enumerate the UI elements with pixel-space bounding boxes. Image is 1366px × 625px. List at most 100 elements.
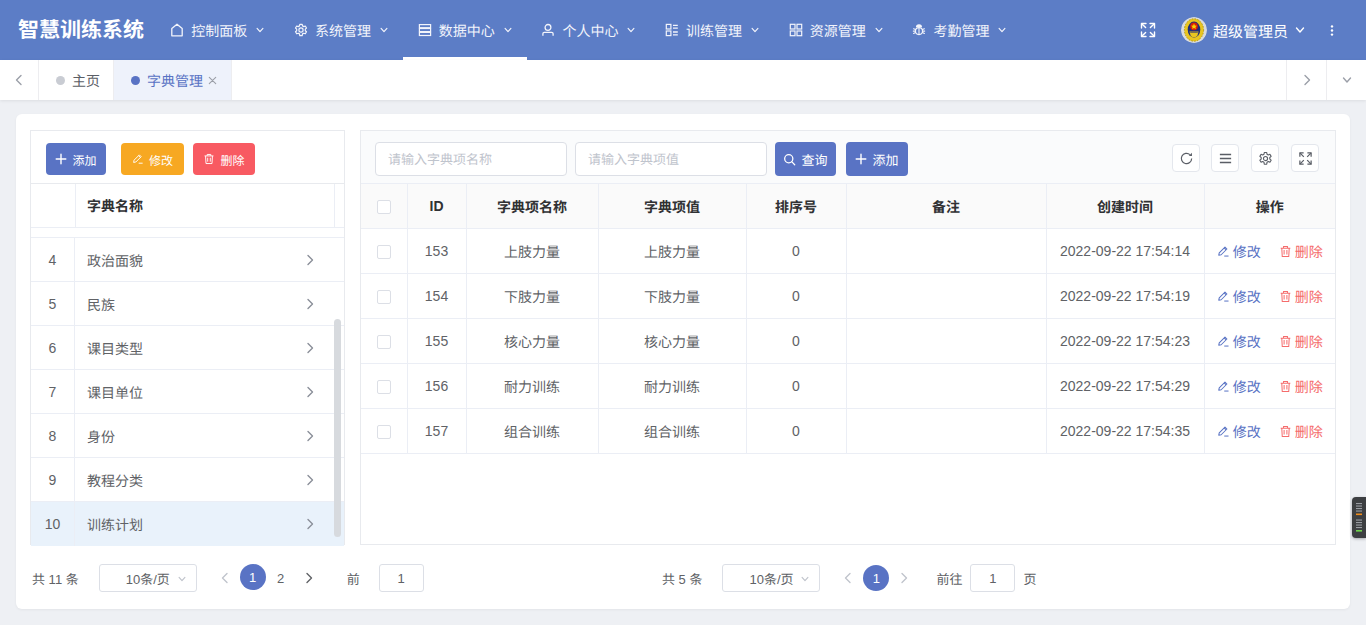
delete-dictionary-button[interactable]: 删除 — [193, 143, 255, 175]
dictionary-row[interactable]: 6 课目类型 — [31, 326, 344, 370]
row-checkbox[interactable] — [377, 380, 391, 394]
edit-item-link[interactable]: 修改 — [1217, 286, 1261, 306]
row-index: 7 — [31, 370, 75, 413]
delete-item-link[interactable]: 删除 — [1279, 331, 1323, 351]
dictionary-row[interactable]: 9 教程分类 — [31, 458, 344, 502]
dictionary-pagination: 共 11 条 10条/页 12 前 — [32, 564, 424, 592]
item-id: 154 — [407, 274, 466, 319]
refresh-button[interactable] — [1172, 144, 1200, 172]
prev-page-button[interactable] — [211, 564, 239, 592]
row-checkbox[interactable] — [377, 245, 391, 259]
dictionary-row[interactable]: 8 身份 — [31, 414, 344, 458]
user-name[interactable]: 超级管理员 — [1213, 20, 1288, 41]
delete-item-link[interactable]: 删除 — [1279, 241, 1323, 261]
tab[interactable]: 字典管理 — [114, 60, 232, 100]
tabbar-spacer — [232, 60, 1286, 100]
chevron-right-icon — [303, 572, 315, 584]
nav-item[interactable]: 数据中心 — [403, 0, 527, 60]
edit-item-link[interactable]: 修改 — [1217, 376, 1261, 396]
edit-item-link[interactable]: 修改 — [1217, 331, 1261, 351]
tabs-scroll-left-button[interactable] — [0, 60, 39, 100]
column-header-value: 字典项值 — [598, 184, 746, 229]
item-remark — [846, 229, 1046, 274]
column-header-sort: 排序号 — [746, 184, 846, 229]
item-created: 2022-09-22 17:54:35 — [1046, 409, 1204, 454]
item-remark — [846, 364, 1046, 409]
dictionary-name: 身份 — [87, 414, 115, 457]
item-sort: 0 — [746, 274, 846, 319]
fullscreen-icon[interactable] — [1140, 22, 1156, 38]
delete-item-link[interactable]: 删除 — [1279, 376, 1323, 396]
chevron-down-icon — [750, 25, 760, 35]
prev-page-button[interactable] — [834, 564, 862, 592]
column-settings-button[interactable] — [1251, 144, 1279, 172]
nav-item-label: 数据中心 — [439, 20, 495, 40]
row-checkbox[interactable] — [377, 425, 391, 439]
page-number[interactable]: 1 — [863, 565, 889, 591]
add-item-button[interactable]: 添加 — [846, 142, 908, 176]
item-remark — [846, 409, 1046, 454]
nav-item[interactable]: 系统管理 — [280, 0, 404, 60]
nav-item[interactable]: 控制面板 — [156, 0, 280, 60]
query-button[interactable]: 查询 — [775, 142, 836, 176]
dictionary-row[interactable]: 10 训练计划 — [31, 502, 344, 546]
chevron-down-icon — [255, 25, 265, 35]
dictionary-items-panel: 查询 添加 ID 字典项名称 字典项值 排序号 — [360, 130, 1336, 545]
table-fullscreen-button[interactable] — [1291, 144, 1319, 172]
chevron-down-icon[interactable] — [1294, 24, 1306, 36]
trash-icon — [1279, 245, 1292, 258]
page-jump-input[interactable] — [379, 564, 424, 592]
next-page-button[interactable] — [890, 564, 918, 592]
chevron-right-icon — [304, 518, 316, 530]
top-navbar: 智慧训练系统 控制面板 系统管理 数据中心 个人中心 — [0, 0, 1366, 60]
items-table: ID 字典项名称 字典项值 排序号 备注 创建时间 操作 153 — [361, 183, 1335, 454]
page-number[interactable]: 2 — [267, 564, 295, 592]
chevron-down-icon — [626, 25, 636, 35]
close-icon[interactable] — [207, 75, 218, 86]
delete-item-link[interactable]: 删除 — [1279, 421, 1323, 441]
chevron-left-icon — [842, 572, 854, 584]
item-name-input[interactable] — [375, 142, 567, 176]
nav-item[interactable]: 考勤管理 — [898, 0, 1022, 60]
list-scrollbar-thumb[interactable] — [334, 319, 341, 537]
edit-dictionary-button[interactable]: 修改 — [121, 143, 184, 175]
refresh-icon — [1179, 151, 1194, 166]
edit-item-link[interactable]: 修改 — [1217, 241, 1261, 261]
page-size-select[interactable]: 10条/页 — [722, 564, 820, 592]
add-dictionary-button[interactable]: 添加 — [46, 143, 106, 175]
next-page-button[interactable] — [295, 564, 323, 592]
nav-item[interactable]: 个人中心 — [527, 0, 651, 60]
dictionary-row[interactable]: 7 课目单位 — [31, 370, 344, 414]
pencil-icon — [1217, 380, 1230, 393]
tab[interactable]: 主页 — [39, 60, 114, 100]
tabs-menu-button[interactable] — [1326, 60, 1366, 100]
dictionary-row[interactable]: 5 民族 — [31, 282, 344, 326]
delete-item-link[interactable]: 删除 — [1279, 286, 1323, 306]
floating-widget[interactable] — [1352, 497, 1366, 538]
item-created: 2022-09-22 17:54:14 — [1046, 229, 1204, 274]
row-checkbox[interactable] — [377, 290, 391, 304]
dictionary-row[interactable]: 4 政治面貌 — [31, 238, 344, 282]
home-icon — [170, 23, 184, 37]
chevron-right-icon — [304, 254, 316, 266]
edit-item-link[interactable]: 修改 — [1217, 421, 1261, 441]
page-size-select[interactable]: 10条/页 — [99, 564, 197, 592]
page-number[interactable]: 1 — [240, 564, 266, 590]
density-button[interactable] — [1211, 144, 1239, 172]
nav-item[interactable]: 训练管理 — [651, 0, 775, 60]
page-jump-input[interactable] — [970, 564, 1015, 592]
dictionary-name: 教程分类 — [87, 458, 143, 501]
tabs-scroll-right-button[interactable] — [1286, 60, 1326, 100]
jumper-suffix: 页 — [1023, 569, 1036, 588]
partial-row — [31, 228, 344, 238]
kebab-menu-icon[interactable] — [1326, 23, 1338, 38]
select-all-checkbox[interactable] — [377, 200, 391, 214]
avatar[interactable] — [1181, 17, 1207, 43]
chevron-down-icon — [379, 25, 389, 35]
nav-item[interactable]: 资源管理 — [774, 0, 898, 60]
pencil-icon — [1217, 290, 1230, 303]
row-checkbox[interactable] — [377, 335, 391, 349]
gear-icon — [1258, 151, 1273, 166]
nav-item-label: 训练管理 — [686, 20, 742, 40]
item-value-input[interactable] — [575, 142, 767, 176]
